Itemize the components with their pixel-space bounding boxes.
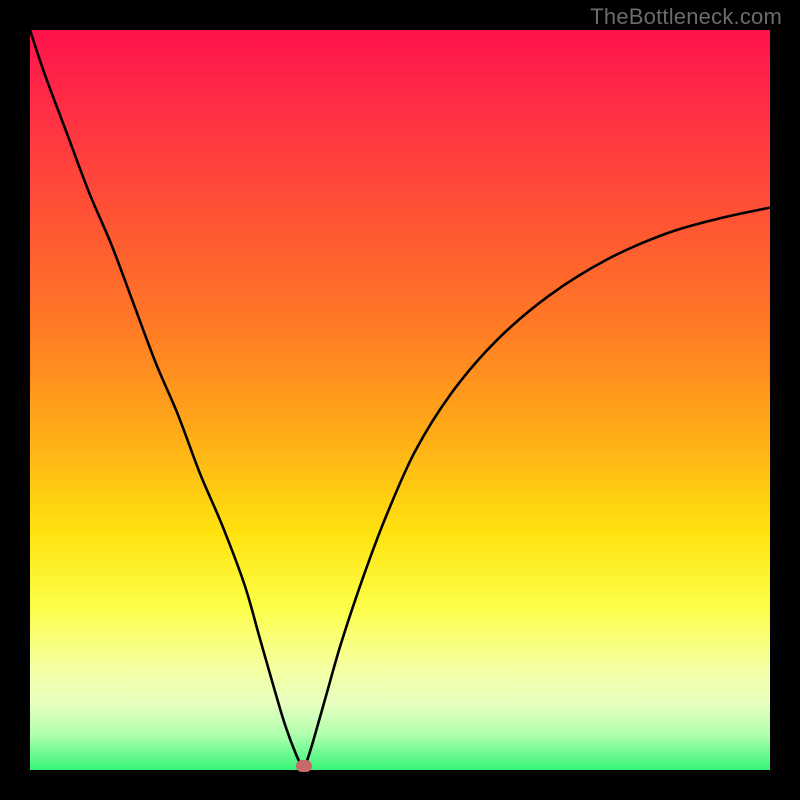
plot-overlay — [30, 30, 770, 770]
chart-frame: TheBottleneck.com — [0, 0, 800, 800]
curve-left-branch — [30, 30, 304, 770]
watermark-text: TheBottleneck.com — [590, 4, 782, 30]
minimum-marker — [296, 760, 312, 772]
curve-right-branch — [304, 208, 770, 770]
